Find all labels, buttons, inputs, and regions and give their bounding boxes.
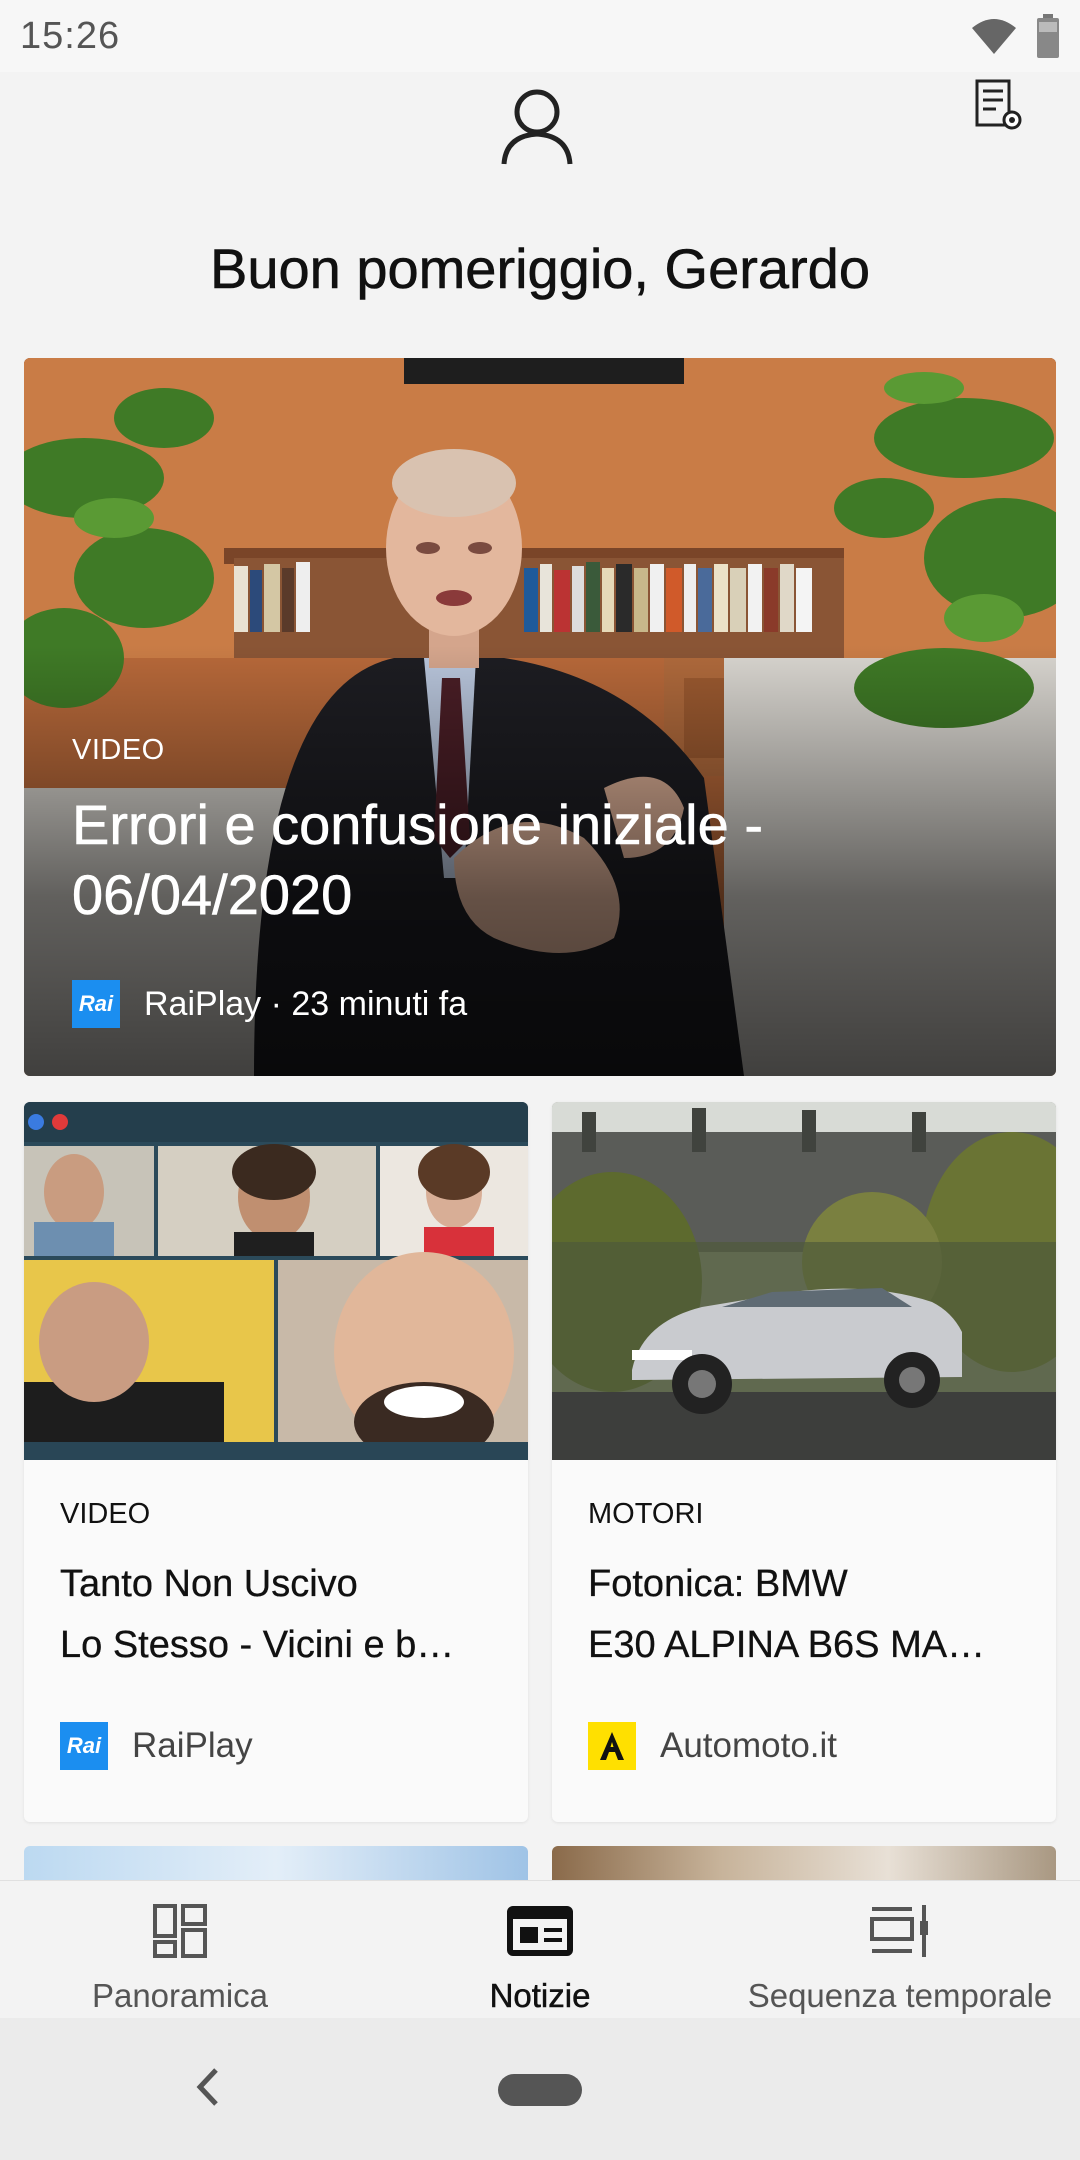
card-title: Tanto Non Uscivo Lo Stesso - Vicini e b… [60,1554,500,1676]
hero-title: Errori e confusione iniziale - 06/04/202… [72,793,764,927]
tab-label: Panoramica [91,1977,269,2014]
card-category: MOTORI [588,1498,704,1530]
tab-label: Sequenza temporale [747,1977,1053,2014]
card-title-line: Tanto Non Uscivo [60,1563,358,1605]
card-source-row: Rai RaiPlay [60,1722,253,1770]
article-card[interactable]: MOTORI Fotonica: BMW E30 ALPINA B6S MA… … [552,1102,1056,1822]
tab-notizie[interactable]: Notizie [400,1881,680,2019]
home-pill-button[interactable] [498,2074,582,2106]
card-source-row: Automoto.it [588,1722,837,1770]
hero-article-card[interactable]: VIDEO Errori e confusione iniziale - 06/… [24,358,1056,1076]
card-title-line: Lo Stesso - Vicini e b… [60,1624,455,1666]
person-outline-icon [501,89,573,165]
hero-source-row: Rai RaiPlay · 23 minuti fa [72,980,467,1028]
profile-button[interactable] [500,88,574,168]
card-title-line: E30 ALPINA B6S MA… [588,1624,986,1666]
rai-logo: Rai [72,980,120,1028]
card-category: VIDEO [60,1498,151,1530]
rai-logo: Rai [60,1722,108,1770]
status-time: 15:26 [20,14,121,57]
wifi-icon [972,19,1016,54]
automoto-logo-mark [600,1732,624,1760]
hero-source-text: RaiPlay · 23 minuti fa [144,984,468,1023]
tab-label: Notizie [489,1977,591,2015]
automoto-logo [588,1722,636,1770]
news-icon [507,1906,573,1956]
status-bar: 15:26 [0,0,1080,72]
card-source-text: RaiPlay [132,1726,253,1765]
back-icon[interactable] [190,2062,226,2112]
timeline-icon [870,1905,928,1957]
article-thumbnail [552,1102,1056,1460]
card-title: Fotonica: BMW E30 ALPINA B6S MA… [588,1554,1028,1676]
tab-panoramica[interactable]: Panoramica [40,1881,320,2019]
header [0,72,1080,212]
article-thumbnail [24,1102,528,1460]
news-screen: 15:26 Buon pomeriggio, Gerardo VIDEO Err… [0,0,1080,2160]
greeting-title: Buon pomeriggio, Gerardo [210,237,871,301]
card-source-text: Automoto.it [660,1726,838,1765]
hero-gradient-overlay [24,358,1056,1076]
hero-category: VIDEO [72,734,165,766]
battery-icon [1037,14,1059,58]
dashboard-icon [153,1904,207,1958]
system-navigation-bar [0,2018,1080,2160]
status-icons [970,14,1060,58]
card-title-line: Fotonica: BMW [588,1563,848,1605]
feed-settings-icon [975,79,1022,130]
feed-settings-button[interactable] [974,78,1024,134]
tab-sequenza-temporale[interactable]: Sequenza temporale [720,1881,1080,2019]
article-card[interactable]: VIDEO Tanto Non Uscivo Lo Stesso - Vicin… [24,1102,528,1822]
bottom-tab-bar: Panoramica Notizie Sequenza temporale [0,1880,1080,2019]
